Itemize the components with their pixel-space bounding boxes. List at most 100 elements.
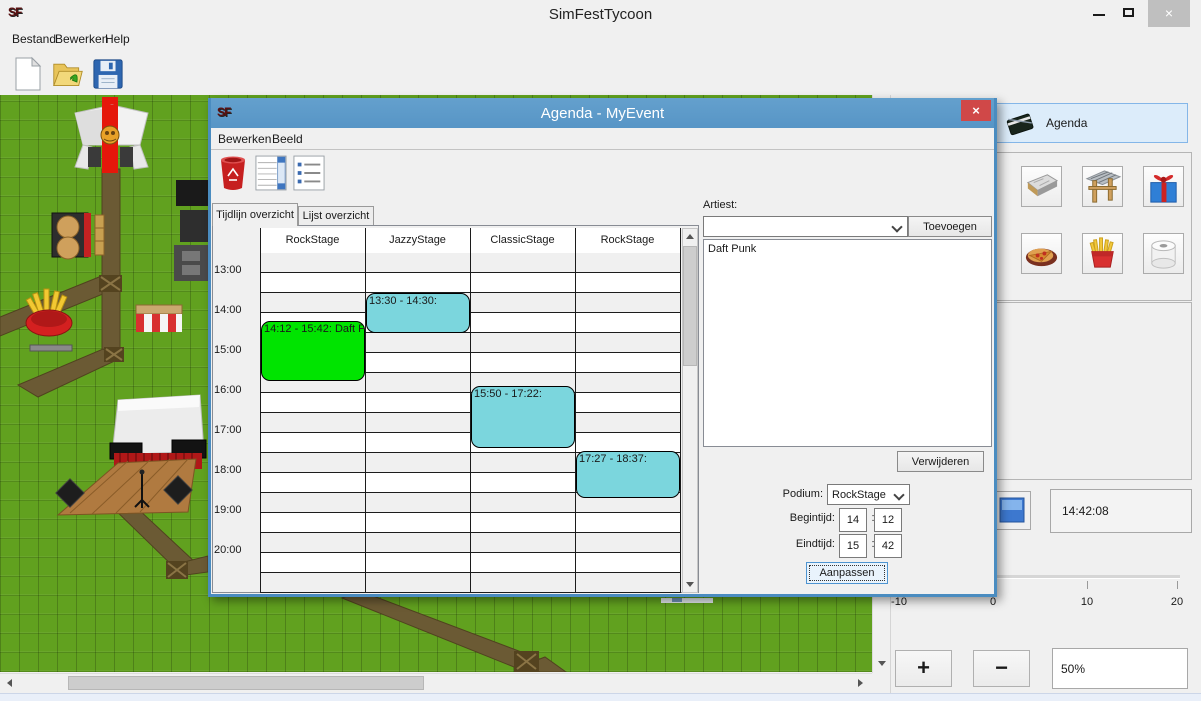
scrollbar-corner — [872, 673, 890, 692]
slider-tick-label: 0 — [990, 596, 996, 608]
end-time-label: Eindtijd: — [735, 538, 835, 550]
zoom-out-button[interactable]: − — [973, 650, 1030, 687]
open-file-icon — [52, 56, 84, 92]
trash-button[interactable] — [217, 155, 249, 191]
timeline-view-icon — [255, 155, 287, 191]
artist-label: Artiest: — [703, 199, 737, 211]
scroll-right-icon[interactable] — [858, 679, 863, 687]
new-file-button[interactable] — [12, 56, 44, 92]
status-strip — [0, 693, 1201, 701]
dialog-menu-item-beeld[interactable]: Beeld — [272, 132, 303, 146]
toilet-paper-item-button[interactable] — [1143, 233, 1184, 274]
scroll-up-icon[interactable] — [686, 234, 694, 239]
list-view-icon — [293, 155, 325, 191]
agenda-button-label: Agenda — [1046, 116, 1087, 130]
menu-item-bestand[interactable]: Bestand — [12, 32, 56, 46]
play-button[interactable] — [993, 491, 1031, 530]
road-item-button[interactable] — [1021, 166, 1062, 207]
tab-list-overview[interactable]: Lijst overzicht — [298, 206, 374, 226]
add-artist-button[interactable]: Toevoegen — [908, 216, 992, 237]
maximize-icon — [1123, 8, 1134, 17]
grid-vline — [680, 228, 681, 593]
end-hour-field[interactable]: 15 — [839, 534, 867, 558]
artist-list-item[interactable]: Daft Punk — [704, 240, 991, 258]
open-file-button[interactable] — [52, 56, 84, 92]
schedule-event[interactable]: 15:50 - 17:22: — [471, 386, 575, 447]
time-label-15-00: 15:00 — [214, 344, 258, 356]
schedule-event[interactable]: 17:27 - 18:37: — [576, 451, 680, 498]
main-menubar: BestandBewerkenHelp — [0, 29, 1201, 50]
podium-combo-value: RockStage — [832, 489, 886, 501]
artist-combobox[interactable] — [703, 216, 908, 237]
slider-tick-mark — [1087, 581, 1088, 589]
slider-tick-mark — [1177, 581, 1178, 589]
clock-value: 14:42:08 — [1062, 504, 1109, 518]
artist-listbox[interactable]: Daft Punk — [703, 239, 992, 447]
schedule-event[interactable]: 13:30 - 14:30: — [366, 293, 470, 333]
menu-item-bewerken[interactable]: Bewerken — [55, 32, 108, 46]
play-blue-icon — [999, 497, 1025, 523]
tab-timeline-overview[interactable]: Tijdlijn overzicht — [212, 203, 298, 226]
remove-artist-button[interactable]: Verwijderen — [897, 451, 984, 472]
podium-combobox[interactable]: RockStage — [827, 484, 910, 505]
begin-minute-field[interactable]: 12 — [874, 508, 902, 532]
column-header-rockstage: RockStage — [260, 228, 365, 253]
begin-hour-field[interactable]: 14 — [839, 508, 867, 532]
save-icon — [92, 56, 124, 92]
gift-icon — [1144, 167, 1183, 206]
grid-vline — [365, 228, 366, 593]
schedule-event[interactable]: 14:12 - 15:42: Daft Punk — [261, 321, 365, 381]
gift-item-button[interactable] — [1143, 166, 1184, 207]
scroll-left-icon[interactable] — [7, 679, 12, 687]
pizza-icon — [1022, 234, 1061, 273]
zoom-in-button[interactable]: + — [895, 650, 952, 687]
slider-tick-label: -10 — [891, 596, 907, 608]
fries-item-button[interactable] — [1082, 233, 1123, 274]
horizontal-scroll-thumb[interactable] — [68, 676, 424, 690]
list-view-button[interactable] — [293, 155, 325, 191]
minimize-icon — [1093, 14, 1105, 16]
window-title: SimFestTycoon — [0, 6, 1201, 23]
scroll-down-icon[interactable] — [878, 661, 886, 666]
agenda-button[interactable]: Agenda — [993, 103, 1188, 143]
save-button[interactable] — [92, 56, 124, 92]
maximize-button[interactable] — [1116, 5, 1142, 24]
stage-gate-icon — [1083, 167, 1122, 206]
pizza-item-button[interactable] — [1021, 233, 1062, 274]
agenda-dialog: SF Agenda - MyEvent × BewerkenBeeld Tijd… — [208, 98, 997, 597]
stage-gate-item-button[interactable] — [1082, 166, 1123, 207]
minimize-button[interactable] — [1086, 5, 1112, 24]
toilet-paper-icon — [1144, 234, 1183, 273]
dialog-titlebar[interactable]: SF Agenda - MyEvent × — [211, 98, 994, 128]
schedule-vertical-scrollbar[interactable] — [682, 228, 698, 593]
zoom-level-field[interactable]: 50% — [1052, 648, 1188, 689]
grid-vline — [260, 228, 261, 593]
apply-button[interactable]: Aanpassen — [806, 562, 888, 584]
chevron-down-icon — [891, 221, 902, 232]
zoom-level-value: 50% — [1061, 662, 1085, 676]
road-icon — [1022, 167, 1061, 206]
hidden-object-sliver — [661, 598, 713, 603]
burger-stand — [52, 213, 104, 259]
column-header-classicstage: ClassicStage — [470, 228, 575, 253]
trash-icon — [217, 155, 249, 191]
close-button[interactable]: × — [1148, 0, 1190, 27]
agenda-book-icon — [1004, 108, 1036, 140]
dialog-menu-item-bewerken[interactable]: Bewerken — [218, 132, 271, 146]
dialog-close-button[interactable]: × — [961, 100, 991, 121]
grid-vline — [575, 228, 576, 593]
dialog-menubar: BewerkenBeeld — [211, 128, 994, 150]
schedule-scroll-thumb[interactable] — [683, 246, 697, 366]
tent — [75, 105, 148, 169]
column-header-jazzystage: JazzyStage — [365, 228, 470, 253]
time-label-20-00: 20:00 — [214, 544, 258, 556]
fries-icon — [1083, 234, 1122, 273]
dialog-title: Agenda - MyEvent — [211, 105, 994, 122]
menu-item-help[interactable]: Help — [105, 32, 130, 46]
timeline-view-button[interactable] — [255, 155, 287, 191]
new-file-icon — [12, 56, 44, 92]
scroll-down-icon[interactable] — [686, 582, 694, 587]
end-minute-field[interactable]: 42 — [874, 534, 902, 558]
chevron-down-icon — [893, 489, 904, 500]
map-horizontal-scrollbar[interactable] — [0, 673, 872, 692]
